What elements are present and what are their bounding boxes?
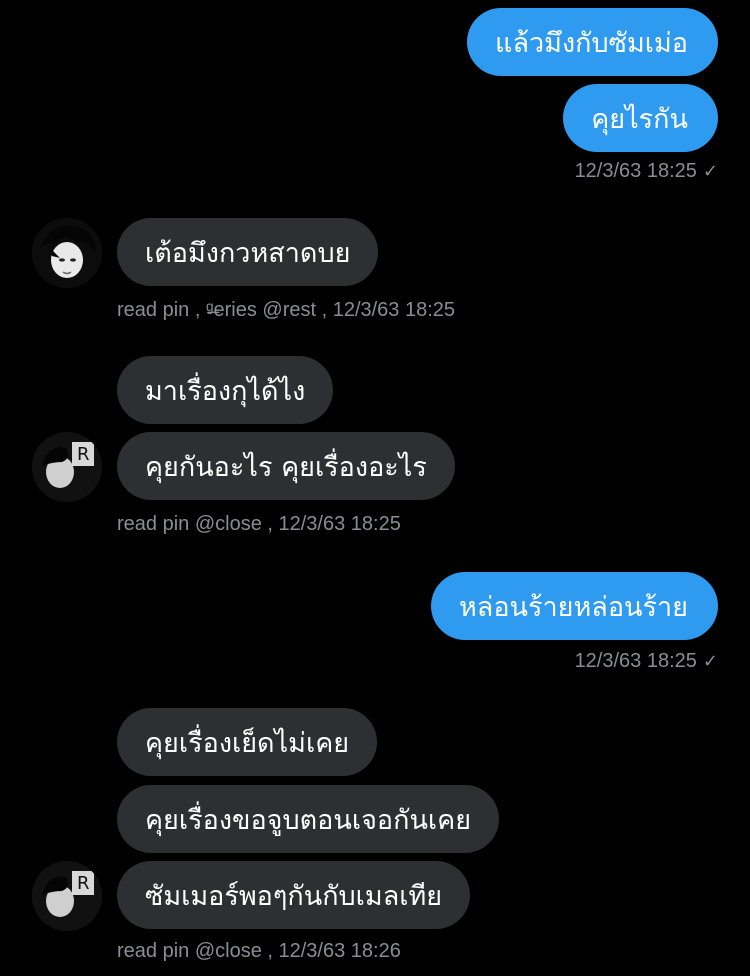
incoming-message-bubble[interactable]: คุยเรื่องเย็ดไม่เคย	[117, 708, 378, 776]
message-text: หล่อนร้ายหล่อนร้าย	[459, 591, 688, 623]
message-text: แล้วมึงกับซัมเม่อ	[495, 27, 688, 59]
sender-avatar[interactable]: R	[32, 861, 102, 931]
incoming-message-bubble[interactable]: คุยเรื่องขอจูบตอนเจอกันเคย	[117, 785, 500, 853]
timestamp-text: 12/3/63 18:25	[574, 160, 697, 182]
sender-avatar[interactable]: R	[32, 432, 102, 502]
message-read-receipt: read pin @close , 12/3/63 18:25	[117, 513, 401, 536]
incoming-message-bubble[interactable]: คุยกันอะไร คุยเรื่องอะไร	[117, 432, 455, 500]
message-timestamp: 12/3/63 18:25 ✓	[575, 160, 718, 183]
outgoing-message-bubble[interactable]: หล่อนร้ายหล่อนร้าย	[431, 572, 718, 640]
timestamp-text: 12/3/63 18:25	[574, 650, 697, 672]
svg-text:R: R	[77, 873, 90, 894]
message-text: มาเรื่องกุได้ไง	[145, 375, 306, 407]
message-text: คุยกันอะไร คุยเรื่องอะไร	[145, 451, 427, 483]
read-check-icon: ✓	[702, 161, 718, 181]
read-receipt-text: read pin @close , 12/3/63 18:25	[117, 513, 401, 535]
message-text: เต้อมึงกวหสาดบย	[145, 237, 351, 269]
avatar-bw-photo-icon: R	[32, 432, 102, 502]
incoming-message-bubble[interactable]: มาเรื่องกุได้ไง	[117, 356, 334, 424]
message-text: คุยไรกัน	[591, 103, 688, 135]
read-check-icon: ✓	[702, 651, 718, 671]
sender-avatar[interactable]	[32, 218, 102, 288]
message-text: คุยเรื่องเย็ดไม่เคย	[145, 727, 350, 759]
outgoing-message-bubble[interactable]: แล้วมึงกับซัมเม่อ	[467, 8, 718, 76]
incoming-message-bubble[interactable]: ซัมเมอร์พอๆกันกับเมลเทีย	[117, 861, 471, 929]
message-text: ซัมเมอร์พอๆกันกับเมลเทีย	[145, 880, 443, 912]
message-timestamp: 12/3/63 18:25 ✓	[575, 650, 718, 673]
svg-text:R: R	[77, 444, 90, 465]
message-text: คุยเรื่องขอจูบตอนเจอกันเคย	[145, 804, 472, 836]
avatar-dark-hair-icon	[32, 218, 102, 288]
read-receipt-text: read pin , ᵍ̶eries @rest , 12/3/63 18:25	[117, 299, 456, 321]
read-receipt-text: read pin @close , 12/3/63 18:26	[117, 940, 401, 962]
message-read-receipt: read pin @close , 12/3/63 18:26	[117, 940, 401, 963]
message-read-receipt: read pin , ᵍ̶eries @rest , 12/3/63 18:25	[117, 299, 455, 322]
incoming-message-bubble[interactable]: เต้อมึงกวหสาดบย	[117, 218, 379, 286]
avatar-bw-photo-icon: R	[32, 861, 102, 931]
outgoing-message-bubble[interactable]: คุยไรกัน	[563, 84, 718, 152]
